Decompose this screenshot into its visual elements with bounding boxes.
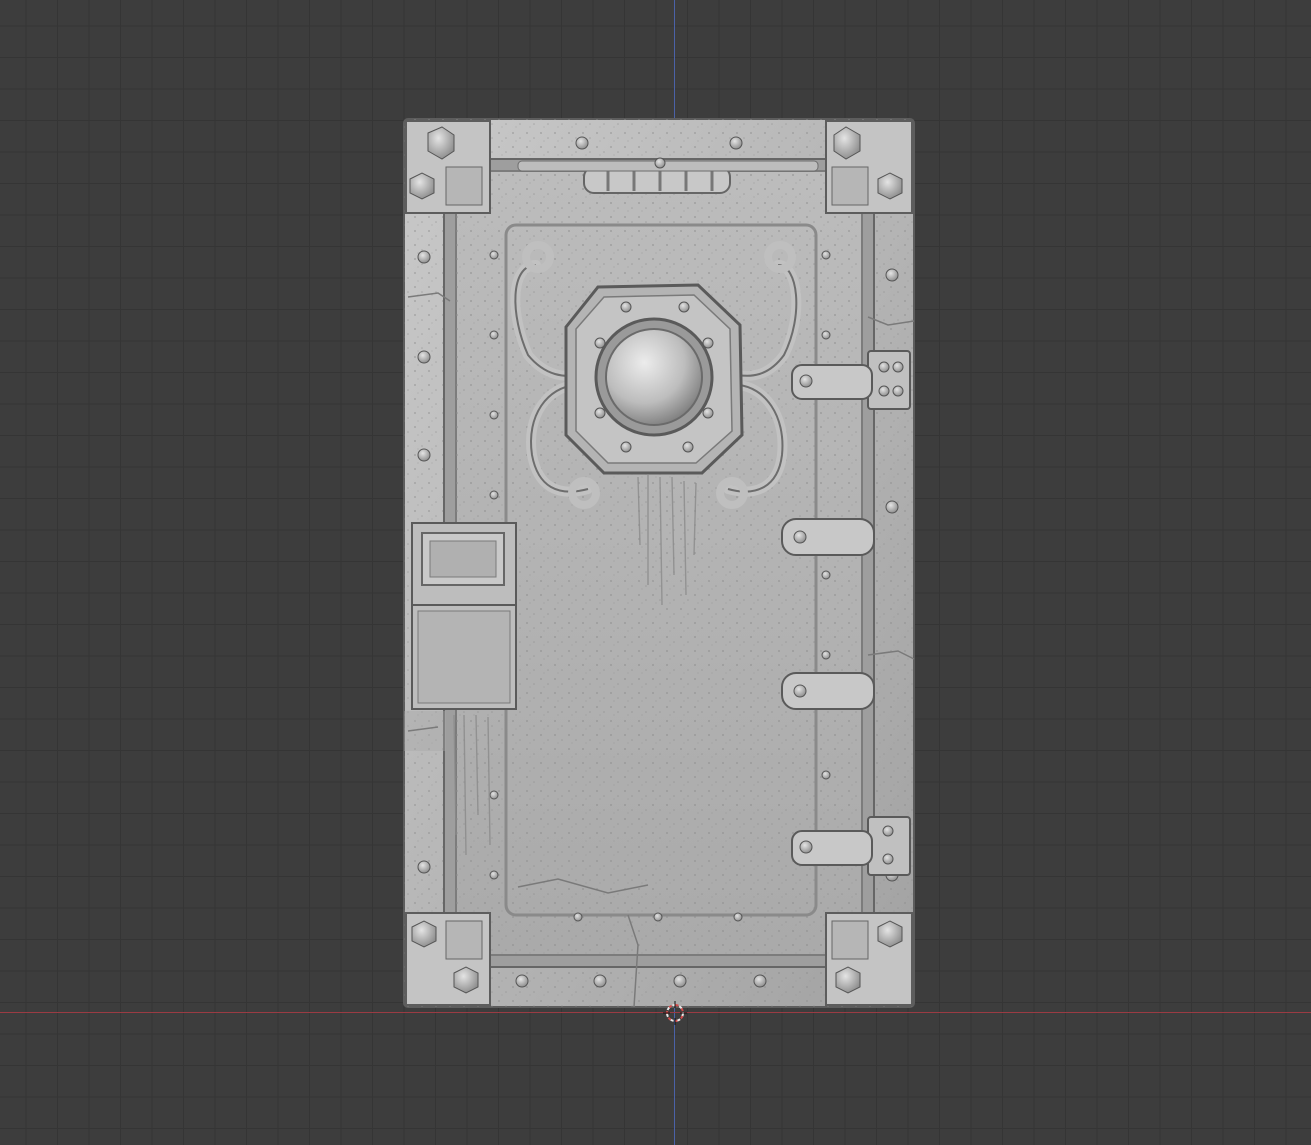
left-latch-plate-upper bbox=[411, 522, 517, 608]
x-axis-line bbox=[0, 1012, 1311, 1013]
porthole-dome bbox=[605, 328, 703, 426]
3d-cursor-icon[interactable] bbox=[662, 1000, 688, 1026]
3d-viewport[interactable] bbox=[0, 0, 1311, 1145]
vault-door-model[interactable] bbox=[398, 115, 918, 1010]
porthole-housing bbox=[564, 283, 744, 475]
hinge-mid-lower bbox=[781, 672, 875, 710]
hinge-mid-upper bbox=[781, 518, 875, 556]
left-latch-plate-lower bbox=[411, 604, 517, 710]
